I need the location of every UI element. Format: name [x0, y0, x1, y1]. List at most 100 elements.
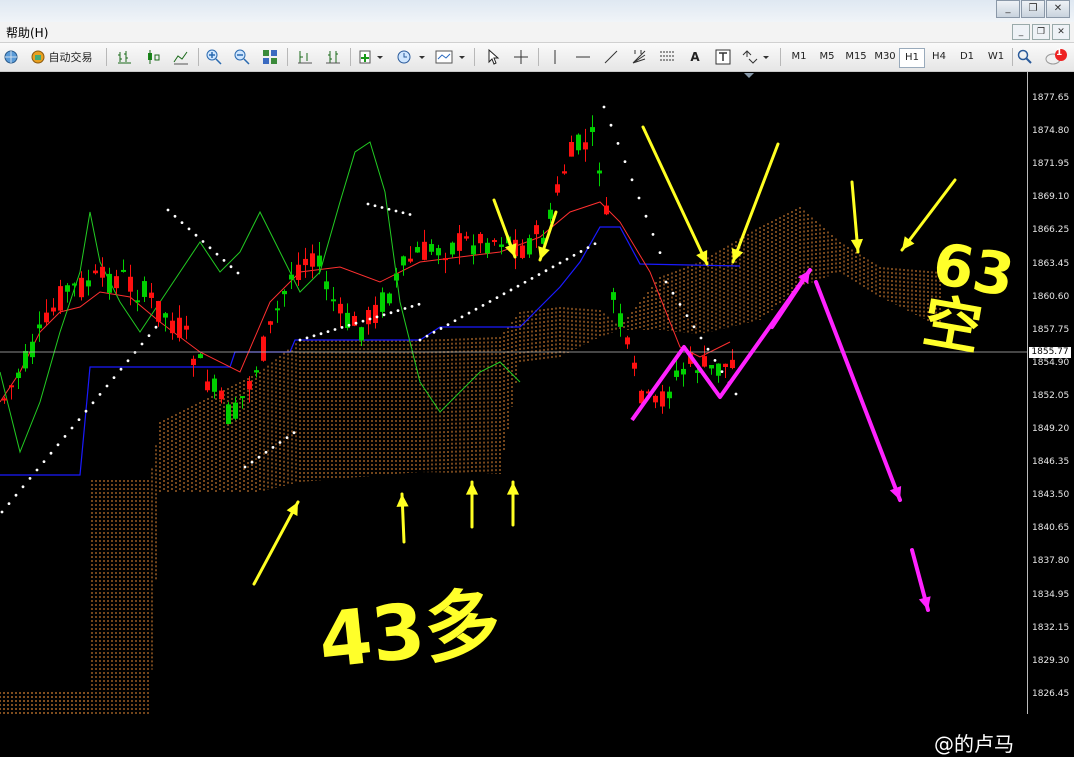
- templates-icon[interactable]: [434, 47, 468, 67]
- chart-shift-icon[interactable]: [294, 47, 316, 67]
- bull-candle: [394, 273, 399, 281]
- watermark: @的卢马: [934, 732, 1014, 756]
- zoom-in-icon[interactable]: [203, 47, 225, 67]
- price-tick: 1837.80: [1032, 556, 1070, 567]
- bear-candle: [149, 292, 154, 298]
- bear-candle: [184, 325, 189, 330]
- psar-dot: [28, 477, 32, 480]
- zoom-out-icon[interactable]: [231, 47, 253, 67]
- psar-dot: [651, 233, 655, 236]
- psar-dot: [187, 227, 191, 231]
- mdi-controls: _ ❐ ✕: [1012, 24, 1070, 40]
- chart-area[interactable]: 1877.65 1874.80 1871.95 1869.10 1866.25 1863.…: [0, 72, 1074, 756]
- timeframe-h1[interactable]: H1: [899, 48, 925, 68]
- search-icon[interactable]: [1014, 47, 1036, 67]
- toolbar: 自动交易 A M1 M5 M15 M30 H1 H4 D1 W1 1: [0, 43, 1074, 72]
- indicators-icon[interactable]: [358, 47, 386, 67]
- autoscroll-icon[interactable]: [322, 47, 344, 67]
- bear-candle: [625, 337, 630, 345]
- minimize-button[interactable]: _: [996, 0, 1020, 18]
- bull-candle: [415, 247, 420, 253]
- crosshair-icon[interactable]: [510, 47, 532, 67]
- tile-windows-icon[interactable]: [259, 47, 281, 67]
- bull-candle: [275, 308, 280, 311]
- psar-dot: [467, 311, 471, 315]
- trendline-icon[interactable]: [600, 47, 622, 67]
- restore-button[interactable]: ❐: [1021, 0, 1045, 18]
- notification-count: 1: [1056, 48, 1063, 58]
- cursor-icon[interactable]: [482, 47, 504, 67]
- window-controls: _ ❐ ✕: [996, 0, 1070, 18]
- psar-dot: [222, 259, 226, 262]
- candlestick-icon[interactable]: [142, 47, 164, 67]
- timeframe-m30[interactable]: M30: [871, 48, 899, 66]
- bull-candle: [121, 269, 126, 272]
- bar-chart-icon[interactable]: [114, 47, 136, 67]
- mdi-close-button[interactable]: ✕: [1052, 24, 1070, 40]
- alerts-icon[interactable]: 1: [1044, 47, 1070, 67]
- psar-dot: [432, 330, 436, 334]
- psar-dot: [565, 257, 569, 261]
- bull-candle: [359, 327, 364, 341]
- globe-icon[interactable]: [0, 47, 22, 67]
- psar-dot: [630, 178, 634, 182]
- price-chart[interactable]: [0, 72, 1027, 714]
- bull-candle: [30, 341, 35, 358]
- yellow-arrow: [641, 125, 709, 266]
- bull-candle: [240, 396, 245, 399]
- psar-dot: [63, 435, 67, 438]
- psar-dot: [366, 202, 370, 206]
- psar-dot: [446, 323, 450, 326]
- psar-dot: [692, 325, 696, 329]
- mdi-restore-button[interactable]: ❐: [1032, 24, 1050, 40]
- bull-candle: [450, 242, 455, 255]
- psar-dot: [42, 460, 46, 463]
- price-tick: 1854.90: [1032, 357, 1070, 368]
- psar-dot: [530, 277, 534, 280]
- timeframe-w1[interactable]: W1: [982, 48, 1010, 66]
- bull-candle: [331, 299, 336, 302]
- psar-dot: [579, 250, 583, 253]
- horizontal-line-icon[interactable]: [572, 47, 594, 67]
- arrows-icon[interactable]: [740, 47, 772, 67]
- text-icon[interactable]: A: [684, 47, 706, 67]
- psar-dot: [56, 443, 60, 447]
- menu-help[interactable]: 帮助(H): [6, 24, 48, 41]
- psar-dot: [154, 325, 158, 329]
- vertical-line-icon[interactable]: [544, 47, 566, 67]
- psar-dot: [180, 221, 184, 225]
- bear-candle: [296, 264, 301, 281]
- mdi-minimize-button[interactable]: _: [1012, 24, 1030, 40]
- psar-dot: [623, 160, 627, 163]
- psar-dot: [713, 359, 717, 362]
- bear-candle: [51, 307, 56, 312]
- periods-icon[interactable]: [394, 47, 428, 67]
- bear-candle: [569, 142, 574, 157]
- close-button[interactable]: ✕: [1046, 0, 1070, 18]
- psar-dot: [572, 253, 576, 257]
- auto-trading-icon: [31, 50, 44, 64]
- price-tick: 1834.95: [1032, 589, 1070, 600]
- yellow-arrow-head: [506, 482, 520, 495]
- psar-dot: [537, 273, 541, 276]
- psar-dot: [140, 342, 144, 346]
- toolbar-separator: [106, 48, 107, 66]
- fibonacci-channel-icon[interactable]: [656, 47, 678, 67]
- timeframe-m15[interactable]: M15: [842, 48, 870, 66]
- timeframe-d1[interactable]: D1: [954, 48, 980, 66]
- bull-candle: [401, 256, 406, 266]
- psar-dot: [401, 211, 405, 215]
- bull-candle: [387, 293, 392, 304]
- line-chart-icon[interactable]: [170, 47, 192, 67]
- psar-dot: [98, 393, 102, 396]
- timeframe-m5[interactable]: M5: [814, 48, 840, 66]
- timeframe-h4[interactable]: H4: [926, 48, 952, 66]
- psar-dot: [208, 246, 212, 250]
- text-label-icon[interactable]: [712, 47, 734, 67]
- timeframe-m1[interactable]: M1: [786, 48, 812, 66]
- auto-trading-button[interactable]: 自动交易: [24, 47, 98, 67]
- bear-candle: [366, 310, 371, 325]
- psar-dot: [644, 214, 648, 218]
- bull-candle: [233, 402, 238, 419]
- fibonacci-fan-icon[interactable]: [628, 47, 650, 67]
